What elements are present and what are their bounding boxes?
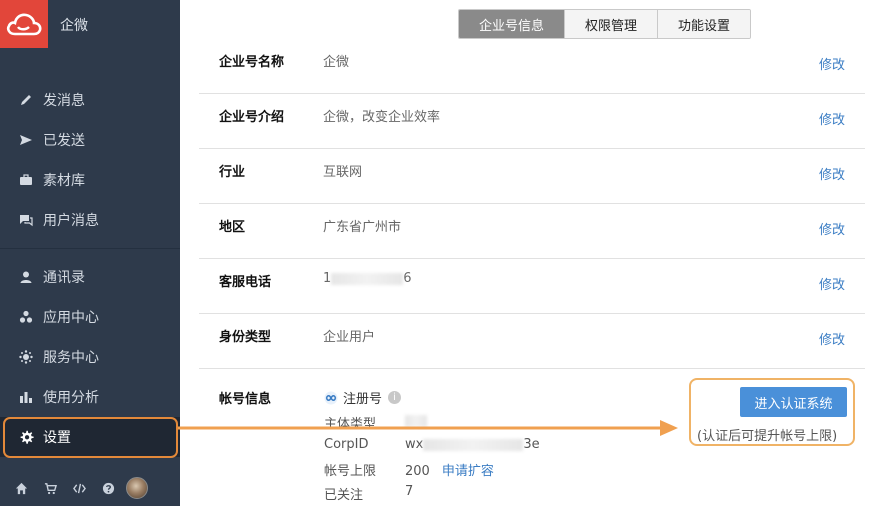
redacted-blur (405, 414, 427, 427)
pencil-icon (18, 92, 34, 108)
row-value: 广东省广州市 (323, 220, 402, 235)
row-value: 企微 (323, 55, 350, 70)
row-value: 企业用户 (323, 330, 376, 345)
sidebar-item-label: 素材库 (43, 173, 85, 189)
bar-chart-icon (18, 389, 34, 405)
sidebar-item-label: 服务中心 (43, 350, 99, 366)
redacted-blur (331, 272, 404, 285)
code-icon[interactable] (71, 480, 87, 496)
edit-link[interactable]: 修改 (819, 219, 845, 238)
briefcase-icon (18, 172, 34, 188)
account-limit-value: 200 (405, 464, 430, 479)
row-label: 地区 (219, 220, 246, 235)
row-label: 身份类型 (219, 330, 272, 345)
service-icon (18, 349, 34, 365)
sidebar-bottom-bar (0, 470, 180, 506)
help-icon[interactable] (100, 480, 116, 496)
sidebar-item-analytics[interactable]: 使用分析 (0, 377, 180, 417)
corpid-suffix: 3e (523, 437, 540, 452)
account-field-corpid: CorpID wx 3e (324, 437, 540, 452)
sidebar-item-contacts[interactable]: 通讯录 (0, 257, 180, 297)
account-info-label: 帐号信息 (219, 392, 272, 407)
registration-status: 注册号 i (324, 388, 402, 407)
edit-link[interactable]: 修改 (819, 54, 845, 73)
sidebar-item-label: 使用分析 (43, 390, 99, 406)
info-row-service-phone: 客服电话 16 修改 (199, 259, 865, 314)
row-value: 16 (323, 271, 412, 286)
sidebar-item-label: 应用中心 (43, 310, 99, 326)
field-key: 主体类型 (324, 417, 377, 432)
sidebar-item-label: 已发送 (43, 133, 85, 149)
sidebar-item-service-center[interactable]: 服务中心 (0, 337, 180, 377)
main-content: 企业号信息 权限管理 功能设置 企业号名称 企微 修改 企业号介绍 企微，改变企… (180, 0, 877, 506)
sidebar-item-library[interactable]: 素材库 (0, 160, 180, 200)
info-row-company-intro: 企业号介绍 企微，改变企业效率 修改 (199, 94, 865, 149)
sidebar-item-label: 通讯录 (43, 270, 85, 286)
field-key: CorpID (324, 437, 369, 452)
app-window: 企微 发消息 已发送 素材库 用户消息 通讯录 应用中心 服务中心 使用分析 设… (0, 0, 877, 506)
account-field-followers: 已关注 7 (324, 484, 413, 503)
sidebar-item-sent[interactable]: 已发送 (0, 120, 180, 160)
apps-icon (18, 309, 34, 325)
info-icon[interactable]: i (388, 391, 402, 404)
edit-link[interactable]: 修改 (819, 109, 845, 128)
user-icon (18, 269, 34, 285)
field-value: 7 (405, 484, 414, 499)
home-icon[interactable] (13, 480, 29, 496)
field-value (405, 413, 427, 428)
account-field-entity-type: 主体类型 (324, 413, 427, 432)
row-label: 行业 (219, 165, 246, 180)
brand-name: 企微 (60, 18, 88, 34)
send-icon (18, 132, 34, 148)
brand: 企微 (0, 0, 180, 48)
info-row-region: 地区 广东省广州市 修改 (199, 204, 865, 259)
redacted-blur (423, 438, 524, 451)
info-row-industry: 行业 互联网 修改 (199, 149, 865, 204)
avatar[interactable] (126, 477, 148, 499)
sidebar-divider (0, 248, 180, 249)
field-key: 已关注 (324, 488, 364, 503)
row-label: 企业号介绍 (219, 110, 285, 125)
sidebar: 企微 发消息 已发送 素材库 用户消息 通讯录 应用中心 服务中心 使用分析 设… (0, 0, 180, 506)
sidebar-item-send-message[interactable]: 发消息 (0, 80, 180, 120)
tab-company-info[interactable]: 企业号信息 (459, 10, 565, 38)
apply-expansion-link[interactable]: 申请扩容 (442, 464, 494, 479)
account-field-account-limit: 帐号上限 200 申请扩容 (324, 460, 494, 479)
row-value: 企微，改变企业效率 (323, 110, 441, 125)
settings-highlight-outline (3, 417, 178, 458)
corpid-prefix: wx (405, 437, 424, 452)
field-value: 200 申请扩容 (405, 460, 494, 479)
cart-icon[interactable] (42, 480, 58, 496)
phone-prefix: 1 (323, 271, 332, 286)
registration-status-text: 注册号 (343, 392, 383, 407)
edit-link[interactable]: 修改 (819, 274, 845, 293)
link-icon (324, 391, 338, 405)
field-key: 帐号上限 (324, 464, 377, 479)
edit-link[interactable]: 修改 (819, 329, 845, 348)
tab-bar: 企业号信息 权限管理 功能设置 (458, 9, 752, 39)
sidebar-item-label: 用户消息 (43, 213, 99, 229)
info-row-company-name: 企业号名称 企微 修改 (199, 39, 865, 94)
phone-suffix: 6 (403, 271, 412, 286)
tab-permissions[interactable]: 权限管理 (564, 10, 658, 38)
edit-link[interactable]: 修改 (819, 164, 845, 183)
certification-hint: (认证后可提升帐号上限) (697, 429, 838, 444)
info-row-identity-type: 身份类型 企业用户 修改 (199, 314, 865, 369)
field-value: wx 3e (405, 437, 540, 452)
sidebar-item-user-messages[interactable]: 用户消息 (0, 200, 180, 240)
enter-certification-button[interactable]: 进入认证系统 (740, 387, 847, 417)
chat-icon (18, 212, 34, 228)
tab-feature-settings[interactable]: 功能设置 (657, 10, 751, 38)
cloud-logo-icon[interactable] (0, 0, 48, 48)
sidebar-item-label: 发消息 (43, 93, 85, 109)
sidebar-item-app-center[interactable]: 应用中心 (0, 297, 180, 337)
row-label: 企业号名称 (219, 55, 285, 70)
row-label: 客服电话 (219, 275, 272, 290)
row-value: 互联网 (323, 165, 363, 180)
